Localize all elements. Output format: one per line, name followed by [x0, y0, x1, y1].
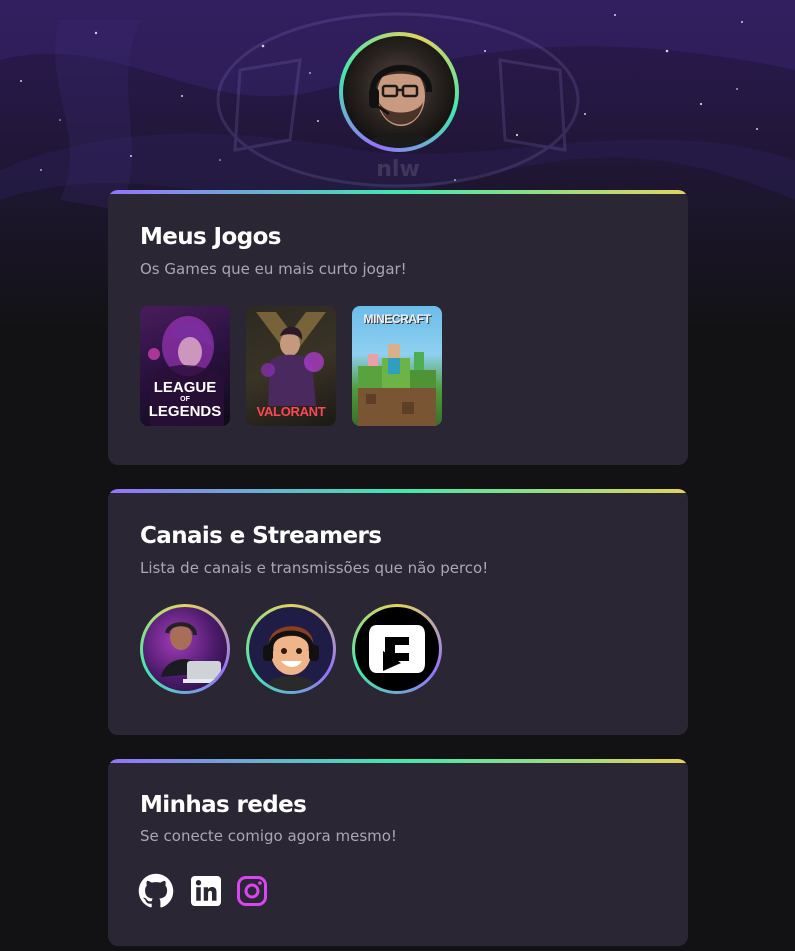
- streamer-avatar-3: [355, 607, 439, 691]
- game-name-line1: LEAGUE: [153, 379, 217, 396]
- instagram-link[interactable]: [234, 873, 270, 909]
- game-name-of: OF: [180, 396, 190, 403]
- streamer-avatar-2: [249, 607, 333, 691]
- streamer-link-1[interactable]: [140, 604, 230, 694]
- game-name-line2: LEGENDS: [148, 403, 222, 420]
- game-minecraft[interactable]: MINECRAFT: [352, 306, 442, 426]
- game-name: VALORANT: [256, 404, 326, 419]
- social-card-title: Minhas redes: [140, 792, 307, 818]
- instagram-icon: [237, 876, 267, 906]
- streamer-link-3[interactable]: [352, 604, 442, 694]
- avatar: [343, 36, 455, 148]
- streamers-card: Canais e Streamers Lista de canais e tra…: [108, 489, 688, 735]
- linkedin-link[interactable]: [188, 873, 224, 909]
- github-link[interactable]: [138, 873, 174, 909]
- linkedin-icon: [191, 876, 221, 906]
- social-card: Minhas redes Se conecte comigo agora mes…: [108, 759, 688, 946]
- games-card-subtitle: Os Games que eu mais curto jogar!: [140, 260, 407, 278]
- game-valorant[interactable]: VALORANT: [246, 306, 336, 426]
- social-card-subtitle: Se conecte comigo agora mesmo!: [140, 827, 397, 845]
- game-league-of-legends[interactable]: LEAGUE OF LEGENDS: [140, 306, 230, 426]
- streamers-card-subtitle: Lista de canais e transmissões que não p…: [140, 559, 489, 577]
- streamer-avatar-1: [143, 607, 227, 691]
- games-card-title: Meus Jogos: [140, 224, 281, 250]
- streamer-link-2[interactable]: [246, 604, 336, 694]
- profile-avatar: [339, 32, 459, 152]
- games-card: Meus Jogos Os Games que eu mais curto jo…: [108, 190, 688, 465]
- github-icon: [138, 873, 174, 908]
- streamers-card-title: Canais e Streamers: [140, 523, 382, 549]
- game-name: MINECRAFT: [363, 312, 431, 326]
- watermark-text: nlw: [376, 157, 420, 182]
